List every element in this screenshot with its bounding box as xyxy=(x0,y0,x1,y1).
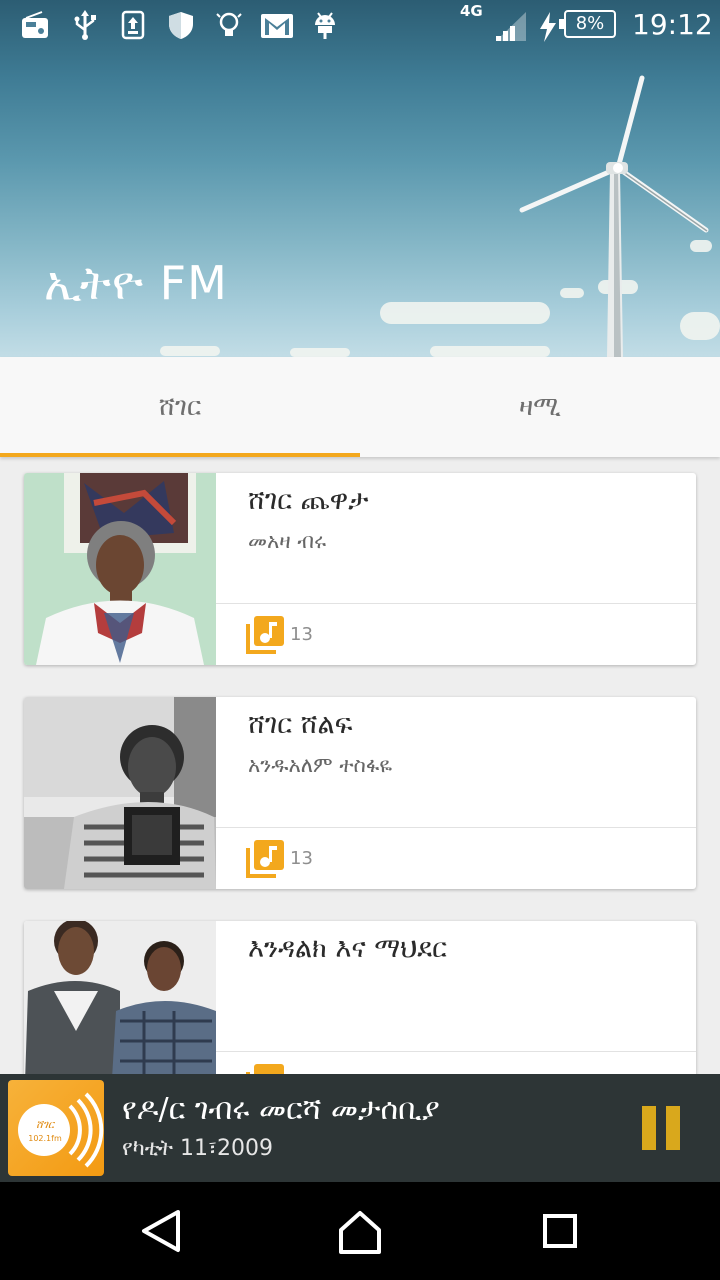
episode-count: 13 xyxy=(290,624,313,645)
program-card[interactable]: ሸገር ሸልፍ አንዱአለም ተስፋዬ 13 xyxy=(24,697,696,889)
usb-icon xyxy=(74,10,96,40)
program-photo xyxy=(24,697,216,889)
tab-sheger[interactable]: ሸገር xyxy=(0,357,360,457)
program-title: ሸገር ጨዋታ xyxy=(248,485,369,516)
upload-icon xyxy=(121,10,145,40)
wind-turbine-illustration xyxy=(519,75,709,357)
back-icon[interactable] xyxy=(134,1204,188,1258)
audio-library-icon xyxy=(246,840,284,878)
station-logo-frequency: 102.1fm xyxy=(28,1134,62,1143)
tab-zami[interactable]: ዛሚ xyxy=(360,357,720,457)
pause-icon xyxy=(642,1106,656,1150)
radio-icon xyxy=(22,11,48,38)
station-logo: ሸገር 102.1fm xyxy=(8,1080,104,1176)
divider xyxy=(216,603,696,604)
charging-icon xyxy=(540,12,556,42)
tab-label: ዛሚ xyxy=(519,391,561,422)
signal-icon xyxy=(496,12,526,41)
status-bar: 4G 8% 19:12 xyxy=(0,0,720,50)
system-navigation-bar xyxy=(0,1182,720,1280)
program-host: መአዛ ብሩ xyxy=(248,529,327,553)
tab-bar: ሸገር ዛሚ xyxy=(0,357,720,457)
clock: 19:12 xyxy=(632,8,713,41)
android-icon xyxy=(315,12,335,39)
pause-button[interactable] xyxy=(640,1106,680,1150)
episode-count: 13 xyxy=(290,848,313,869)
tab-selected-indicator xyxy=(0,453,360,457)
battery-icon: 8% xyxy=(559,10,616,38)
recents-icon[interactable] xyxy=(533,1204,587,1258)
header-banner: 4G 8% 19:12 ኢትዮ FM xyxy=(0,0,720,357)
home-icon[interactable] xyxy=(333,1204,387,1258)
divider xyxy=(216,1051,696,1052)
network-type-label: 4G xyxy=(460,2,483,20)
now-playing-title: የዶ/ር ገብሩ መርሻ መታሰቢያ xyxy=(122,1092,440,1127)
lightbulb-icon xyxy=(216,12,242,36)
pause-icon xyxy=(666,1106,680,1150)
program-card[interactable]: ሸገር ጨዋታ መአዛ ብሩ 13 xyxy=(24,473,696,665)
station-logo-name: ሸገር xyxy=(36,1118,54,1131)
tab-label: ሸገር xyxy=(158,391,202,422)
program-photo xyxy=(24,473,216,665)
divider xyxy=(216,827,696,828)
program-title: ሸገር ሸልፍ xyxy=(248,709,353,740)
cloud xyxy=(290,348,350,357)
app-title: ኢትዮ FM xyxy=(44,256,228,310)
now-playing-date: የካቲት 11፣2009 xyxy=(122,1136,273,1161)
audio-library-icon xyxy=(246,616,284,654)
battery-level: 8% xyxy=(575,13,605,34)
now-playing-bar[interactable]: ሸገር 102.1fm የዶ/ር ገብሩ መርሻ መታሰቢያ የካቲት 11፣2… xyxy=(0,1074,720,1182)
program-host: አንዱአለም ተስፋዬ xyxy=(248,753,393,777)
shield-icon xyxy=(169,12,193,39)
program-title: እንዳልክ እና ማህደር xyxy=(248,933,447,964)
cloud xyxy=(160,346,220,356)
gmail-icon xyxy=(261,14,293,38)
